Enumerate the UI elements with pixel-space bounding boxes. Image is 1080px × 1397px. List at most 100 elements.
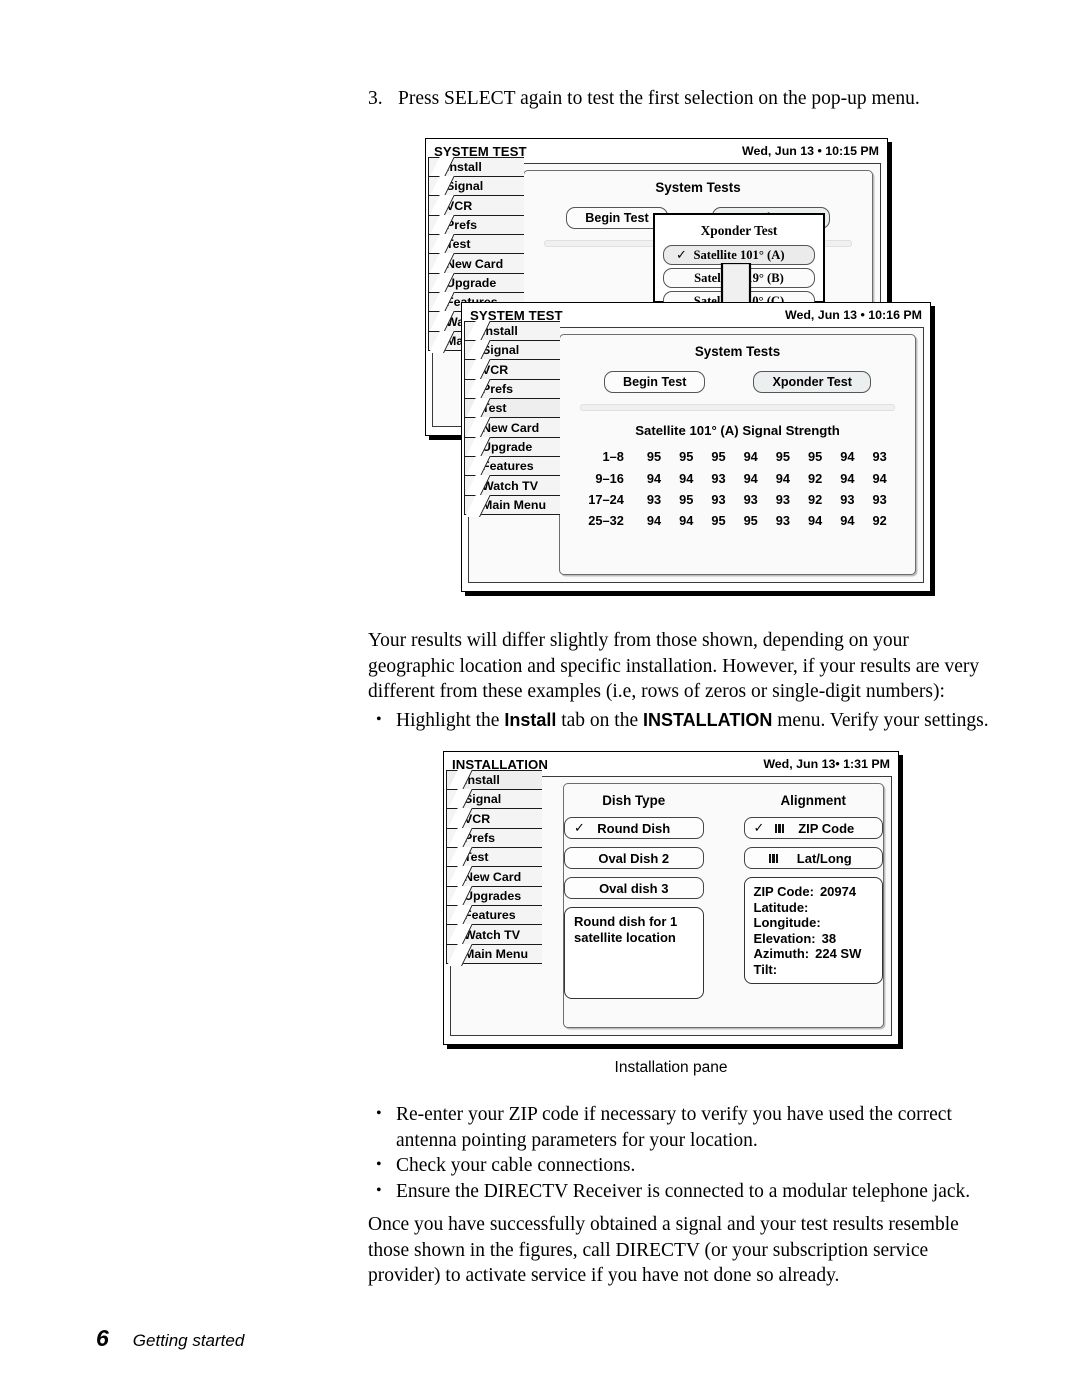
sidebar-item-test[interactable]: Test xyxy=(446,847,542,868)
step-3-number: 3. xyxy=(368,88,383,109)
cell: 93 xyxy=(646,491,662,507)
bullet-post: menu. Verify your settings. xyxy=(772,710,989,731)
sidebar-item-signal[interactable]: Signal xyxy=(428,176,524,197)
screen-2-button-row: Begin Test Xponder Test xyxy=(560,371,915,393)
screen-2-clock: Wed, Jun 13 • 10:16 PM xyxy=(784,308,922,322)
field-tilt: Tilt: xyxy=(754,962,874,978)
cell: 95 xyxy=(775,449,791,465)
cell: 94 xyxy=(840,449,855,465)
sidebar-item-upgrades[interactable]: Upgrades xyxy=(446,885,542,907)
sidebar-item-main-menu[interactable]: Main Menu xyxy=(446,943,542,965)
field-value: 224 SW xyxy=(815,946,862,961)
sidebar-item-new-card[interactable]: New Card xyxy=(428,253,524,274)
check-icon: ✓ xyxy=(676,247,687,262)
sidebar-item-watch-tv[interactable]: Watch TV xyxy=(464,475,560,496)
page-number: 6 xyxy=(96,1325,109,1351)
sidebar-item-install[interactable]: Install xyxy=(446,769,542,791)
dish-type-column: Dish Type ✓ Round Dish Oval Dish 2 Oval … xyxy=(564,793,704,999)
cell: 95 xyxy=(743,513,758,529)
sidebar-item-upgrade[interactable]: Upgrade xyxy=(428,272,524,294)
xponder-test-button[interactable]: Xponder Test xyxy=(753,371,871,393)
option-zip-code[interactable]: ✓ ZIP Code xyxy=(743,817,883,839)
sidebar-item-test[interactable]: Test xyxy=(464,398,560,419)
cell: 94 xyxy=(808,513,823,529)
sidebar-item-test[interactable]: Test xyxy=(428,234,524,255)
option-oval-dish-2[interactable]: Oval Dish 2 xyxy=(564,847,704,869)
check-icon: ✓ xyxy=(574,820,585,835)
tab-label: Test xyxy=(464,850,489,865)
sidebar-item-new-card[interactable]: New Card xyxy=(446,866,542,887)
cell: 94 xyxy=(743,449,758,465)
sidebar-item-prefs[interactable]: Prefs xyxy=(428,214,524,236)
option-label: ZIP Code xyxy=(798,820,855,836)
tab-label: Features xyxy=(464,908,516,923)
cell: 93 xyxy=(711,491,726,507)
sidebar-item-new-card[interactable]: New Card xyxy=(464,417,560,438)
sidebar-item-signal[interactable]: Signal xyxy=(464,340,560,361)
cell: 95 xyxy=(808,449,823,465)
sidebar-item-vcr[interactable]: VCR xyxy=(464,359,560,380)
cell: 94 xyxy=(646,470,662,486)
field-key: Longitude: xyxy=(753,915,821,930)
dish-type-heading: Dish Type xyxy=(602,793,666,808)
field-key: ZIP Code: xyxy=(753,884,814,899)
cell: 94 xyxy=(646,513,662,529)
tab-label: Install xyxy=(482,324,518,339)
sidebar-item-upgrade[interactable]: Upgrade xyxy=(464,436,560,458)
popup-option-satellite-101a[interactable]: ✓ Satellite 101° (A) xyxy=(663,245,815,265)
tab-label: New Card xyxy=(464,869,522,884)
option-lat-long[interactable]: Lat/Long xyxy=(743,847,883,869)
figure-caption: Installation pane xyxy=(614,1059,728,1076)
list-item-text: Re-enter your ZIP code if necessary to v… xyxy=(396,1104,952,1151)
sidebar-item-prefs[interactable]: Prefs xyxy=(446,827,542,849)
tab-label: Test xyxy=(482,401,507,416)
field-longitude: Longitude: xyxy=(754,915,874,931)
sidebar-item-features[interactable]: Features xyxy=(464,456,560,477)
cell: 93 xyxy=(872,449,887,465)
screen-3-body: Install Signal VCR Prefs Test New Card U… xyxy=(446,769,892,1036)
cell: 95 xyxy=(679,449,694,465)
cell: 92 xyxy=(808,491,823,507)
field-value: 38 xyxy=(821,930,837,946)
sidebar-item-vcr[interactable]: VCR xyxy=(446,808,542,829)
page-footer: 6 Getting started xyxy=(96,1325,244,1352)
field-key: Tilt: xyxy=(753,961,778,977)
sidebar-item-features[interactable]: Features xyxy=(446,905,542,926)
cell: 94 xyxy=(872,470,887,486)
sidebar-item-install[interactable]: Install xyxy=(428,156,524,178)
sidebar-item-main-menu[interactable]: Main Menu xyxy=(464,494,560,516)
begin-test-button[interactable]: Begin Test xyxy=(604,371,706,393)
sidebar-item-signal[interactable]: Signal xyxy=(446,789,542,810)
tab-label: Prefs xyxy=(464,831,495,845)
alignment-column: Alignment ✓ ZIP Code Lat/Long ZIP Code: 2… xyxy=(743,793,883,999)
screen-2-content-pane: System Tests Begin Test Xponder Test Sat… xyxy=(559,334,916,575)
paragraph-final: Once you have successfully obtained a si… xyxy=(368,1214,959,1286)
screen-system-test-2: SYSTEM TEST Wed, Jun 13 • 10:16 PM Insta… xyxy=(461,302,931,592)
tab-label: Main Menu xyxy=(482,497,547,512)
footer-section-label: Getting started xyxy=(132,1331,245,1350)
cell: 94 xyxy=(679,470,694,486)
option-oval-dish-3[interactable]: Oval dish 3 xyxy=(564,877,704,899)
option-label: Round Dish xyxy=(597,820,671,836)
list-item: • Check your cable connections. xyxy=(368,1153,1008,1179)
tab-label: Upgrade xyxy=(446,275,497,290)
sidebar-item-install[interactable]: Install xyxy=(464,320,560,342)
cell: 93 xyxy=(775,513,791,529)
cell: 92 xyxy=(808,470,823,486)
signal-strength-table: 1–8 95 95 95 94 95 95 94 93 9–16 94 94 9… xyxy=(579,446,895,532)
cell: 92 xyxy=(872,513,887,529)
cell: 95 xyxy=(679,491,694,507)
sidebar-item-prefs[interactable]: Prefs xyxy=(464,378,560,400)
tab-label: VCR xyxy=(446,198,473,213)
tab-label: Prefs xyxy=(446,218,477,232)
screen-2-tab-list: Install Signal VCR Prefs Test New Card U… xyxy=(464,320,560,516)
sidebar-item-vcr[interactable]: VCR xyxy=(428,195,524,216)
signal-strength-heading: Satellite 101° (A) Signal Strength xyxy=(635,423,840,438)
table-row: 25–32 94 94 95 95 93 94 94 92 xyxy=(579,510,895,531)
tab-label: Features xyxy=(482,459,534,474)
screen-2-content-title: System Tests xyxy=(694,344,781,359)
tab-label: Signal xyxy=(482,343,520,358)
bars-icon xyxy=(768,853,779,863)
option-round-dish[interactable]: ✓ Round Dish xyxy=(564,817,704,839)
sidebar-item-watch-tv[interactable]: Watch TV xyxy=(446,924,542,945)
